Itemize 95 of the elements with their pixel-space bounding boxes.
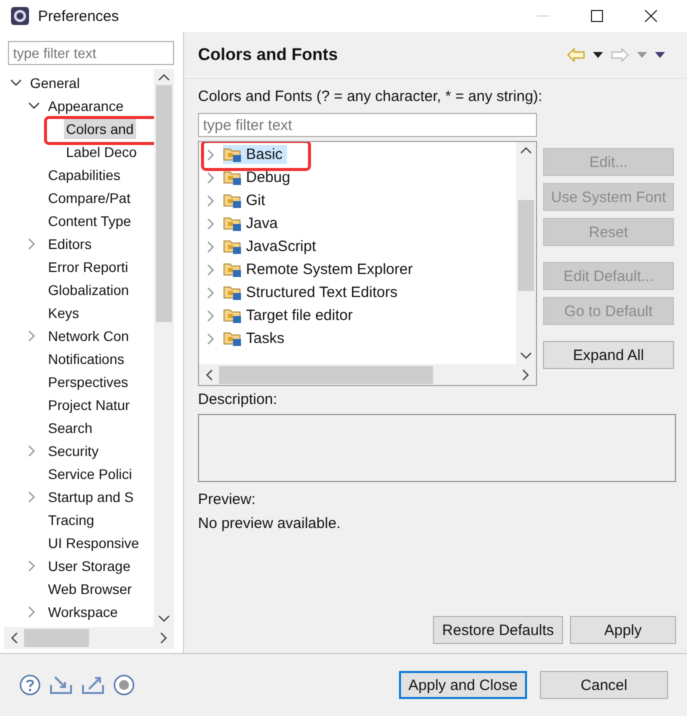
description-label: Description: bbox=[198, 390, 278, 410]
collapsed-chevron-icon[interactable] bbox=[28, 490, 36, 502]
record-icon[interactable] bbox=[113, 674, 135, 696]
tree-item[interactable]: Content Type bbox=[46, 210, 134, 230]
tree-item[interactable]: Web Browser bbox=[46, 578, 134, 598]
tree-item[interactable]: Security bbox=[46, 440, 101, 460]
scrollbar-thumb[interactable] bbox=[219, 366, 433, 384]
collapsed-chevron-icon[interactable] bbox=[207, 194, 215, 206]
tree-item[interactable]: Git bbox=[223, 191, 270, 210]
collapsed-chevron-icon[interactable] bbox=[28, 444, 36, 456]
tree-item[interactable]: JavaScript bbox=[223, 237, 320, 256]
folder-icon bbox=[223, 238, 243, 255]
tree-item[interactable]: Basic bbox=[223, 145, 287, 164]
tree-item[interactable]: Colors and bbox=[64, 118, 136, 138]
tree-item[interactable]: Tracing bbox=[46, 510, 96, 530]
page-title: Colors and Fonts bbox=[198, 45, 338, 65]
collapsed-chevron-icon[interactable] bbox=[207, 332, 215, 344]
preview-label: Preview: bbox=[198, 490, 257, 510]
scrollbar-thumb[interactable] bbox=[518, 200, 534, 291]
tree-item[interactable]: Keys bbox=[46, 302, 82, 322]
help-icon[interactable] bbox=[19, 674, 41, 696]
tree-item[interactable]: Remote System Explorer bbox=[223, 260, 417, 279]
tree-item[interactable]: UI Responsive bbox=[46, 532, 142, 552]
window-title: Preferences bbox=[38, 8, 119, 24]
preview-text: No preview available. bbox=[198, 514, 342, 534]
folder-icon bbox=[223, 146, 243, 163]
restore-defaults-button[interactable]: Restore Defaults bbox=[433, 616, 563, 644]
dialog-button[interactable]: Cancel bbox=[540, 671, 668, 699]
close-icon[interactable] bbox=[645, 10, 657, 22]
tree-item[interactable]: Appearance bbox=[46, 96, 126, 116]
tree-item[interactable]: Globalization bbox=[46, 280, 131, 300]
forward-arrow-icon[interactable] bbox=[611, 48, 629, 62]
export-icon[interactable] bbox=[81, 675, 105, 695]
dialog-button[interactable]: Apply and Close bbox=[399, 671, 527, 699]
collapsed-chevron-icon[interactable] bbox=[28, 330, 36, 342]
collapsed-chevron-icon[interactable] bbox=[207, 218, 215, 230]
tree-item[interactable]: Structured Text Editors bbox=[223, 283, 402, 302]
tree-item[interactable]: Compare/Pat bbox=[46, 188, 132, 208]
tree-item[interactable]: User Storage bbox=[46, 556, 132, 576]
maximize-icon[interactable] bbox=[591, 10, 603, 22]
tree-item[interactable]: Workspace bbox=[46, 602, 120, 622]
tree-item[interactable]: Search bbox=[46, 418, 94, 438]
collapsed-chevron-icon[interactable] bbox=[28, 238, 36, 250]
expanded-chevron-icon[interactable] bbox=[10, 78, 22, 86]
action-button[interactable]: Expand All bbox=[543, 341, 674, 369]
folder-icon bbox=[223, 284, 243, 301]
scroll-left-icon[interactable] bbox=[10, 632, 18, 644]
tree-item[interactable]: Project Natur bbox=[46, 394, 132, 414]
folder-icon bbox=[223, 192, 243, 209]
collapsed-chevron-icon[interactable] bbox=[28, 560, 36, 572]
tree-item[interactable]: Tasks bbox=[223, 329, 288, 348]
folder-icon bbox=[223, 215, 243, 232]
tree-item[interactable]: Label Deco bbox=[64, 142, 139, 162]
tree-item[interactable]: Perspectives bbox=[46, 372, 130, 392]
tree-item[interactable]: Error Reporti bbox=[46, 256, 130, 276]
collapsed-chevron-icon[interactable] bbox=[207, 148, 215, 160]
filter-field[interactable]: type filter text bbox=[8, 41, 174, 65]
scroll-right-icon[interactable] bbox=[160, 632, 168, 644]
scroll-down-icon[interactable] bbox=[520, 352, 532, 360]
tree-item[interactable]: General bbox=[28, 72, 82, 92]
collapsed-chevron-icon[interactable] bbox=[207, 264, 215, 276]
tree-item[interactable]: Java bbox=[223, 214, 282, 233]
dropdown-caret-icon[interactable] bbox=[593, 52, 603, 58]
folder-icon bbox=[223, 261, 243, 278]
collapsed-chevron-icon[interactable] bbox=[207, 286, 215, 298]
tree-item[interactable]: Service Polici bbox=[46, 464, 134, 484]
back-arrow-icon[interactable] bbox=[567, 48, 585, 62]
scroll-up-icon[interactable] bbox=[520, 146, 532, 154]
filter-field[interactable]: type filter text bbox=[198, 113, 537, 137]
tree-item[interactable]: Target file editor bbox=[223, 306, 357, 325]
scroll-left-icon[interactable] bbox=[205, 368, 213, 380]
import-icon[interactable] bbox=[49, 675, 73, 695]
apply-button[interactable]: Apply bbox=[570, 616, 676, 644]
scroll-down-icon[interactable] bbox=[158, 615, 170, 623]
tree-item[interactable]: Notifications bbox=[46, 348, 126, 368]
scroll-right-icon[interactable] bbox=[522, 368, 530, 380]
folder-icon bbox=[223, 330, 243, 347]
collapsed-chevron-icon[interactable] bbox=[207, 310, 215, 322]
scrollbar-thumb[interactable] bbox=[24, 629, 89, 647]
view-menu-icon[interactable] bbox=[655, 52, 665, 58]
collapsed-chevron-icon[interactable] bbox=[28, 606, 36, 618]
tree-item[interactable]: Editors bbox=[46, 234, 94, 254]
scrollbar-thumb[interactable] bbox=[156, 85, 172, 322]
tree-item[interactable]: Startup and S bbox=[46, 486, 136, 506]
filter-label: Colors and Fonts (? = any character, * = any string): bbox=[198, 87, 544, 107]
tree-item[interactable]: Network Con bbox=[46, 326, 131, 346]
tree-item[interactable]: Debug bbox=[223, 168, 294, 187]
expanded-chevron-icon[interactable] bbox=[28, 102, 40, 110]
collapsed-chevron-icon[interactable] bbox=[207, 172, 215, 184]
scroll-up-icon[interactable] bbox=[158, 73, 170, 81]
folder-icon bbox=[223, 169, 243, 186]
tree-item[interactable]: Capabilities bbox=[46, 164, 122, 184]
collapsed-chevron-icon[interactable] bbox=[207, 240, 215, 252]
app-icon bbox=[10, 6, 30, 26]
folder-icon bbox=[223, 307, 243, 324]
